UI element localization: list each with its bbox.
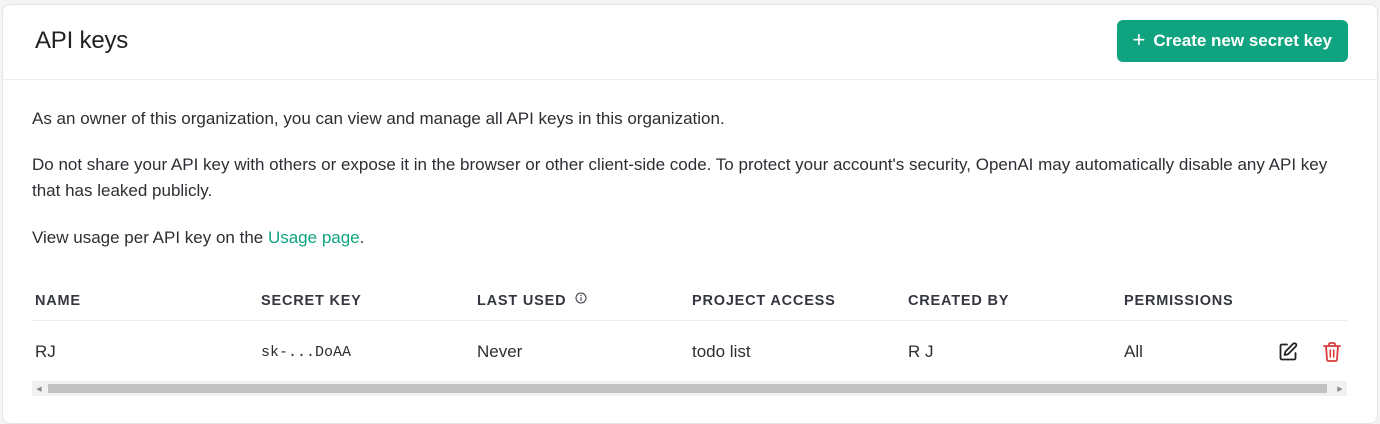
security-warning: Do not share your API key with others or… [32,155,1328,200]
usage-page-link[interactable]: Usage page [268,228,360,247]
plus-icon: + [1132,27,1146,52]
cell-project-access: todo list [692,342,751,361]
owner-description: As an owner of this organization, you ca… [32,109,725,128]
column-header-project-access: PROJECT ACCESS [692,293,836,309]
scroll-left-arrow-icon[interactable]: ◀ [32,381,46,396]
cell-created-by: R J [908,342,934,361]
usage-note-suffix: . [359,228,365,247]
delete-key-button[interactable] [1320,340,1344,364]
card-header: API keys + Create new secret key [3,5,1377,80]
info-icon[interactable] [575,292,587,308]
cell-name: RJ [35,342,56,361]
column-header-permissions: PERMISSIONS [1124,293,1234,309]
edit-key-button[interactable] [1276,340,1300,364]
cell-permissions: All [1124,342,1143,361]
table-header-divider [32,320,1347,321]
usage-note-prefix: View usage per API key on the [32,228,268,247]
usage-note: View usage per API key on the Usage page… [32,225,364,251]
create-new-secret-key-button[interactable]: + Create new secret key [1116,20,1348,62]
cell-secret-key: sk-...DoAA [261,344,352,361]
column-header-last-used-label: LAST USED [477,293,567,309]
api-keys-card: API keys + Create new secret key [2,4,1378,424]
cell-last-used: Never [477,342,523,361]
edit-icon [1279,342,1298,361]
column-header-name: NAME [35,293,81,309]
column-header-secret-key: SECRET KEY [261,293,362,309]
page-title: API keys [35,27,129,54]
column-header-created-by: CREATED BY [908,293,1010,309]
scroll-thumb[interactable] [48,384,1327,393]
column-header-last-used: LAST USED [477,292,587,309]
horizontal-scrollbar[interactable]: ◀ ▶ [32,381,1347,396]
scroll-right-arrow-icon[interactable]: ▶ [1333,381,1347,396]
create-button-label: Create new secret key [1153,31,1332,50]
trash-icon [1323,342,1341,362]
